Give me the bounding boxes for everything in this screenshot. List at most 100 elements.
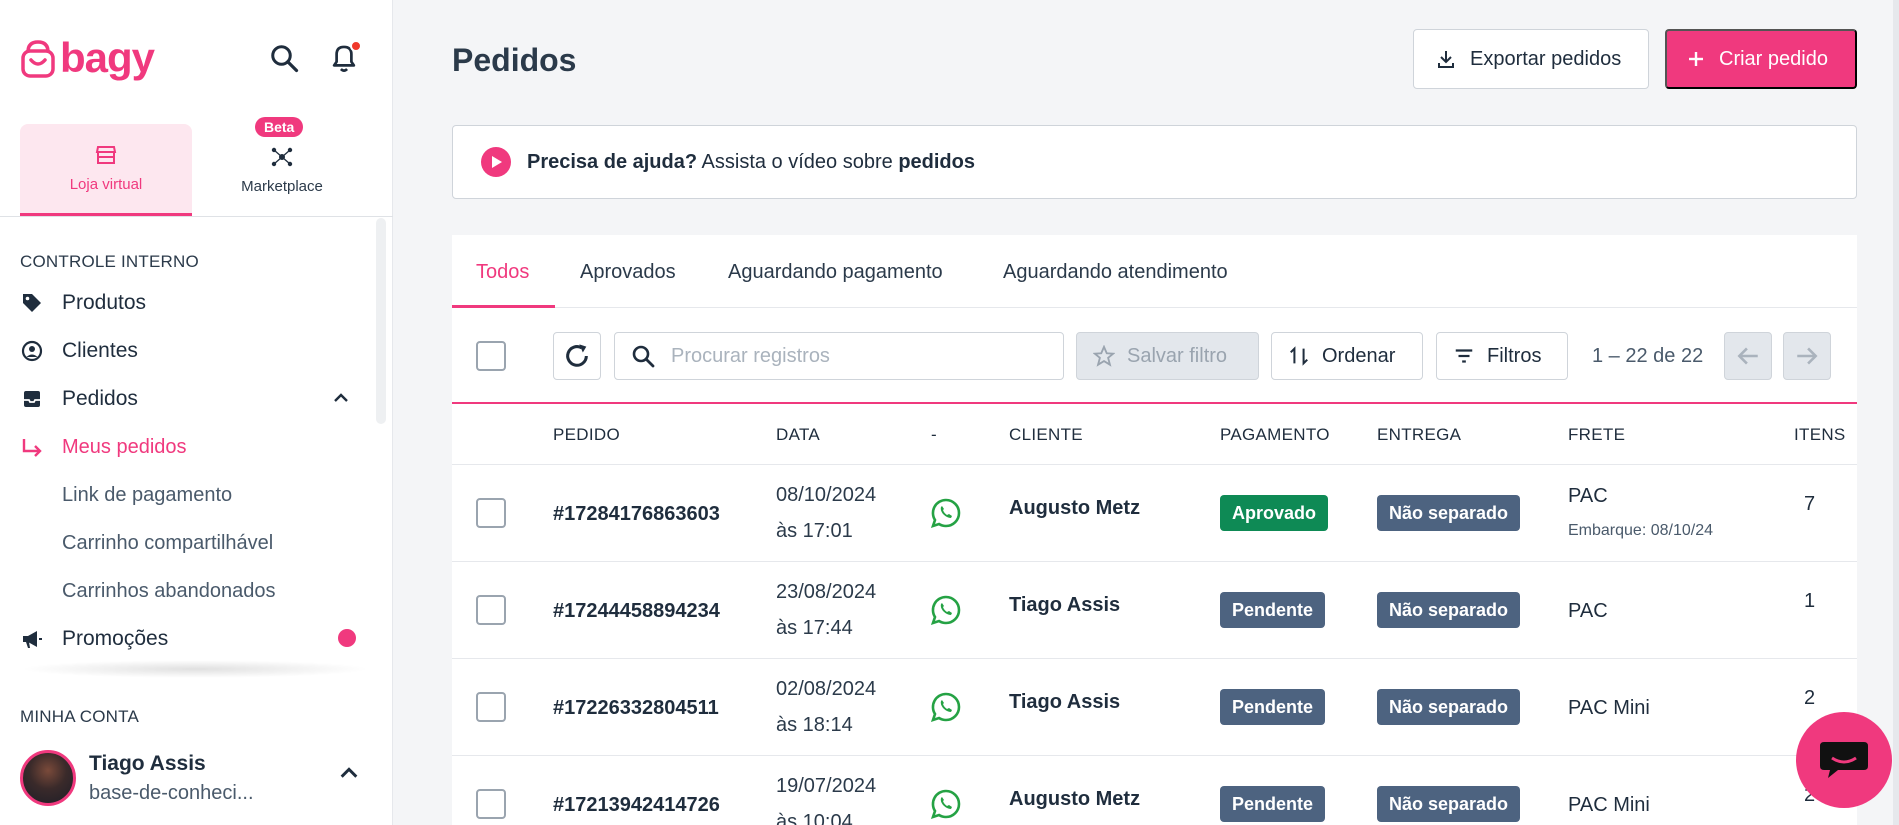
page-title: Pedidos (452, 42, 577, 78)
payment-status-badge: Pendente (1220, 592, 1326, 628)
column-header-itens[interactable]: ITENS (1794, 425, 1846, 445)
order-id[interactable]: #17213942414726 (553, 794, 720, 817)
order-id[interactable]: #17244458894234 (553, 600, 720, 623)
client-name[interactable]: Tiago Assis (1009, 594, 1120, 617)
order-id[interactable]: #17284176863603 (553, 503, 720, 526)
sidebar-item-label: Promoções (62, 627, 169, 650)
table-row[interactable]: #17284176863603 08/10/2024 às 17:01 Augus… (452, 464, 1857, 561)
order-date: 02/08/2024 às 18:14 (776, 671, 876, 743)
sidebar-item-clientes[interactable]: Clientes (20, 339, 138, 363)
megaphone-icon (20, 627, 44, 651)
tab-aprovados[interactable]: Aprovados (580, 261, 676, 284)
user-circle-icon (20, 339, 44, 363)
save-filter-button[interactable]: Salvar filtro (1076, 332, 1259, 380)
notification-dot (350, 40, 362, 52)
table-row[interactable]: #17244458894234 23/08/2024 às 17:44 Tiago… (452, 561, 1857, 658)
search-input[interactable] (671, 344, 1031, 368)
previous-page-button[interactable] (1724, 332, 1772, 380)
search-field[interactable] (614, 332, 1064, 380)
help-middle-text: Assista o vídeo sobre (697, 150, 899, 173)
sidebar-scrollbar[interactable] (376, 218, 386, 424)
filters-button[interactable]: Filtros (1436, 332, 1568, 380)
filters-label: Filtros (1487, 344, 1542, 367)
table-row[interactable]: #17226332804511 02/08/2024 às 18:14 Tiago… (452, 658, 1857, 755)
delivery-status-badge: Não separado (1377, 786, 1521, 822)
scroll-shadow (20, 660, 370, 678)
sidebar-subitem-carrinho-compartilhavel[interactable]: Carrinho compartilhável (62, 532, 273, 555)
bagy-logo[interactable]: bagy (20, 34, 155, 82)
delivery-status-badge: Não separado (1377, 689, 1521, 725)
tab-aguardando-pagamento[interactable]: Aguardando pagamento (728, 261, 943, 284)
help-bold-suffix: pedidos (898, 150, 975, 173)
chat-support-button[interactable] (1796, 712, 1892, 808)
search-icon[interactable] (266, 40, 302, 76)
play-icon[interactable] (481, 147, 511, 177)
sidebar-subitem-carrinhos-abandonados[interactable]: Carrinhos abandonados (62, 580, 276, 603)
payment-status-badge: Aprovado (1220, 495, 1329, 531)
sidebar-subitem-meus-pedidos[interactable]: Meus pedidos (20, 436, 187, 459)
order-id[interactable]: #17226332804511 (553, 697, 719, 720)
column-header-data[interactable]: DATA (776, 425, 820, 445)
column-header-frete[interactable]: FRETE (1568, 425, 1625, 445)
sidebar-subitem-link-pagamento[interactable]: Link de pagamento (62, 484, 232, 507)
column-header-cliente[interactable]: CLIENTE (1009, 425, 1083, 445)
order-date: 23/08/2024 às 17:44 (776, 574, 876, 646)
order-date: 08/10/2024 às 17:01 (776, 477, 876, 549)
arrow-left-icon (1737, 347, 1758, 365)
create-order-button[interactable]: Criar pedido (1665, 29, 1857, 89)
column-header-entrega[interactable]: ENTREGA (1377, 425, 1461, 445)
sidebar-divider (0, 216, 393, 217)
items-count: 1 (1804, 590, 1816, 612)
avatar[interactable] (20, 750, 76, 806)
sidebar-subitem-label: Meus pedidos (62, 436, 187, 458)
export-orders-button[interactable]: Exportar pedidos (1413, 29, 1649, 89)
select-all-checkbox[interactable] (476, 341, 506, 371)
shipping-method: PAC (1568, 485, 1608, 507)
chevron-up-icon[interactable] (332, 389, 350, 413)
sidebar-item-pedidos[interactable]: Pedidos (20, 387, 360, 411)
column-header-pagamento[interactable]: PAGAMENTO (1220, 425, 1330, 445)
sort-button[interactable]: Ordenar (1271, 332, 1423, 380)
bell-icon[interactable] (326, 40, 362, 76)
delivery-status-badge: Não separado (1377, 592, 1521, 628)
chevron-up-icon[interactable] (338, 762, 360, 789)
order-date-day: 02/08/2024 (776, 678, 877, 700)
orders-tabs: Todos Aprovados Aguardando pagamento Agu… (452, 235, 1857, 308)
page-scrollbar[interactable] (1893, 0, 1899, 825)
sidebar-item-promocoes[interactable]: Promoções (20, 627, 168, 651)
shipping-note: Embarque: 08/10/24 (1568, 522, 1713, 539)
sidebar-item-label: Pedidos (62, 387, 138, 410)
star-icon (1093, 345, 1115, 367)
shipping-method: PAC Mini (1568, 697, 1650, 719)
row-checkbox[interactable] (476, 692, 506, 722)
refresh-button[interactable] (553, 332, 601, 380)
row-checkbox[interactable] (476, 498, 506, 528)
column-header-pedido[interactable]: PEDIDO (553, 425, 620, 445)
table-row[interactable]: #17213942414726 19/07/2024 às 10:04 Augus… (452, 755, 1857, 825)
order-date-day: 23/08/2024 (776, 581, 877, 603)
client-name[interactable]: Augusto Metz (1009, 497, 1140, 520)
tab-marketplace[interactable]: Marketplace (196, 124, 368, 216)
plus-icon (1689, 52, 1703, 66)
shipping-method: PAC Mini (1568, 794, 1650, 816)
client-name[interactable]: Augusto Metz (1009, 788, 1140, 811)
order-date-time: às 10:04 (776, 811, 853, 825)
whatsapp-icon[interactable] (930, 691, 962, 723)
whatsapp-icon[interactable] (930, 497, 962, 529)
next-page-button[interactable] (1783, 332, 1831, 380)
row-checkbox[interactable] (476, 789, 506, 819)
sidebar-item-produtos[interactable]: Produtos (20, 291, 146, 315)
whatsapp-icon[interactable] (930, 788, 962, 820)
sidebar: bagy Loja virtual Marketplace Beta CONTR… (0, 0, 393, 825)
tab-todos[interactable]: Todos (476, 261, 529, 284)
save-filter-label: Salvar filtro (1127, 344, 1228, 367)
help-banner[interactable]: Precisa de ajuda? Assista o vídeo sobre … (452, 125, 1857, 199)
tab-loja-virtual[interactable]: Loja virtual (20, 124, 192, 216)
whatsapp-icon[interactable] (930, 594, 962, 626)
tab-aguardando-atendimento[interactable]: Aguardando atendimento (1003, 261, 1228, 284)
order-date: 19/07/2024 às 10:04 (776, 768, 876, 825)
client-name[interactable]: Tiago Assis (1009, 691, 1120, 714)
order-date-day: 08/10/2024 (776, 484, 877, 506)
row-checkbox[interactable] (476, 595, 506, 625)
items-count: 7 (1804, 493, 1816, 515)
